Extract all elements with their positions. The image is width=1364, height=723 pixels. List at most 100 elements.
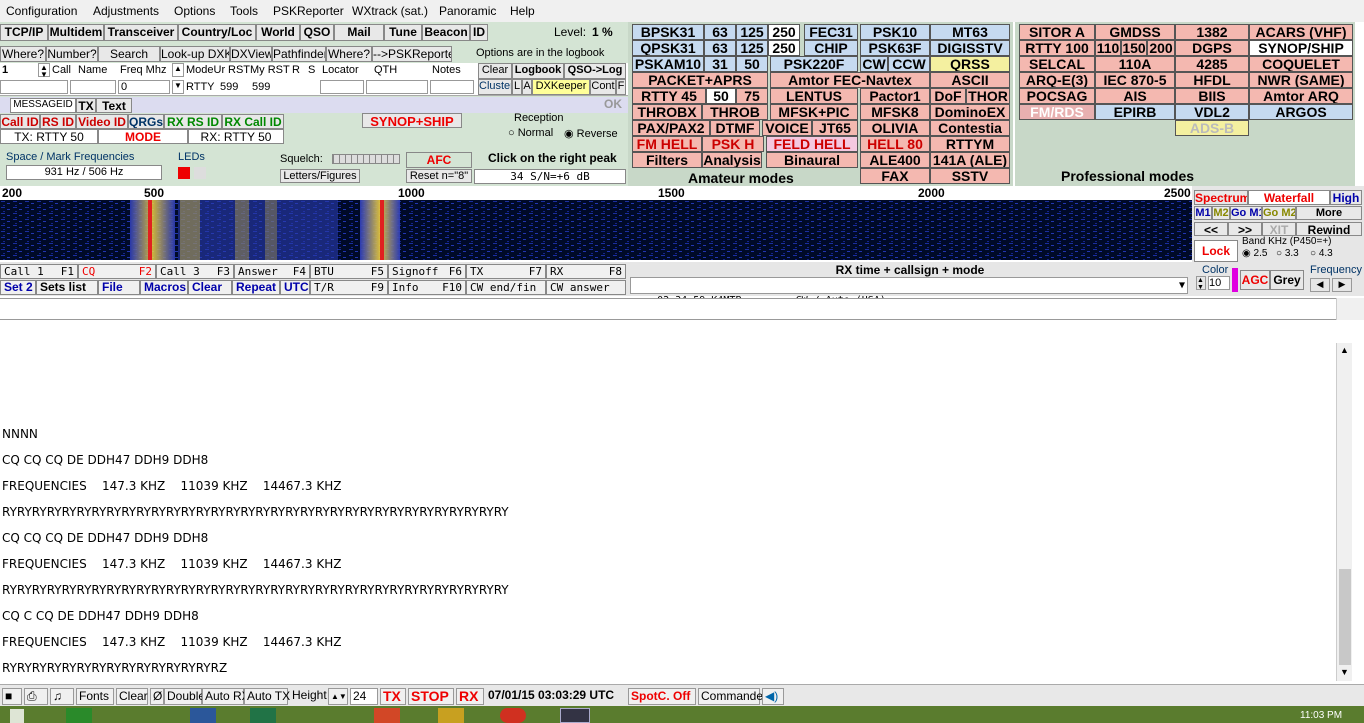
fkey-btu[interactable]: BTU F5: [310, 264, 388, 279]
go-m2-button[interactable]: Go M2: [1262, 206, 1296, 220]
qso-to-log-button[interactable]: QSO->Log: [564, 63, 626, 79]
menu-options[interactable]: Options: [174, 4, 215, 18]
powerpoint-icon[interactable]: [374, 708, 400, 723]
squelch-slider[interactable]: [332, 154, 400, 164]
mode-rtty110[interactable]: 110: [1095, 40, 1121, 56]
go-m1-button[interactable]: Go M1: [1230, 206, 1262, 220]
fkey-cq[interactable]: CQ F2: [78, 264, 156, 279]
mode-pocsag[interactable]: POCSAG: [1019, 88, 1095, 104]
where-button[interactable]: Where?: [0, 46, 46, 62]
name-field[interactable]: [70, 80, 116, 94]
mode-rtty45[interactable]: RTTY 45: [632, 88, 706, 104]
mode-ascii[interactable]: ASCII: [930, 72, 1010, 88]
fonts-button[interactable]: Fonts: [76, 688, 114, 705]
cluster-button[interactable]: Cluster: [478, 79, 512, 95]
menu-tools[interactable]: Tools: [230, 4, 258, 18]
tune-button[interactable]: Tune: [384, 24, 422, 41]
sets-list-button[interactable]: Sets list: [36, 280, 98, 295]
color-value[interactable]: 10: [1208, 276, 1230, 290]
mode-ads-b[interactable]: ADS-B: [1175, 120, 1249, 136]
rx-log-dropdown[interactable]: 02:34:59 K4MTP CW / Auto (USA) ▼: [630, 277, 1188, 306]
mode-psk-h[interactable]: PSK H: [702, 136, 764, 152]
pathfinder-button[interactable]: Pathfinder: [272, 46, 326, 62]
scroll-down-icon[interactable]: ▼: [1340, 667, 1349, 677]
fkey-tr[interactable]: T/R F9: [310, 280, 388, 295]
where2-button[interactable]: Where?: [326, 46, 372, 62]
mode-110a[interactable]: 110A: [1095, 56, 1175, 72]
mode-bpsk63[interactable]: 63: [704, 24, 736, 40]
tab-text[interactable]: Text: [96, 98, 132, 113]
mode-pactor1[interactable]: Pactor1: [860, 88, 930, 104]
high-button[interactable]: High: [1330, 190, 1362, 205]
dxkeeper-button[interactable]: DXKeeper: [532, 79, 590, 95]
mode-psk220f[interactable]: PSK220F: [770, 56, 858, 72]
search-button[interactable]: Search: [98, 46, 160, 62]
mode-psk10[interactable]: PSK10: [860, 24, 930, 40]
mode-rtty200[interactable]: 200: [1147, 40, 1175, 56]
m2-button[interactable]: M2: [1212, 206, 1230, 220]
mode-packet-aprs[interactable]: PACKET+APRS: [632, 72, 768, 88]
mode-button[interactable]: MODE: [98, 129, 188, 144]
rx-text-area[interactable]: NNNN CQ CQ CQ DE DDH47 DDH9 DDH8 FREQUEN…: [0, 343, 1336, 681]
afc-button[interactable]: AFC: [406, 152, 472, 168]
mode-bpsk125[interactable]: 125: [736, 24, 768, 40]
zero-button[interactable]: Ø: [150, 688, 164, 705]
fkey-call1[interactable]: Call 1 F1: [0, 264, 78, 279]
notes-field[interactable]: [430, 80, 474, 94]
band-option-3-3[interactable]: ○ 3.3: [1276, 248, 1299, 259]
band-option-2-5[interactable]: ◉ 2.5: [1242, 248, 1267, 259]
agc-button[interactable]: AGC: [1240, 270, 1270, 290]
qrgs-button[interactable]: QRGs: [128, 114, 164, 129]
word-icon[interactable]: [190, 708, 216, 723]
mode-rtty150[interactable]: 150: [1121, 40, 1147, 56]
fkey-info[interactable]: Info F10: [388, 280, 466, 295]
commander-button[interactable]: Commander: [698, 688, 767, 705]
tcpip-button[interactable]: TCP/IP: [0, 24, 48, 41]
row-spinner[interactable]: ▲ ▼: [38, 63, 50, 79]
fkey-call3[interactable]: Call 3 F3: [156, 264, 234, 279]
mode-mfsk8[interactable]: MFSK8: [860, 104, 930, 120]
utc-button[interactable]: UTC: [280, 280, 310, 295]
speaker-icon[interactable]: ◀): [762, 688, 784, 705]
mode-cw[interactable]: CW: [860, 56, 888, 72]
cont-button[interactable]: Cont: [590, 79, 616, 95]
filters-button[interactable]: Filters: [632, 152, 702, 168]
clear-log-button[interactable]: Clear: [478, 63, 512, 79]
reset-button[interactable]: Reset n="8": [406, 169, 472, 183]
mode-ale400[interactable]: ALE400: [860, 152, 930, 168]
binaural-button[interactable]: Binaural: [766, 152, 858, 168]
tx-text-area[interactable]: [0, 298, 1352, 320]
file-button[interactable]: File: [98, 280, 140, 295]
m1-button[interactable]: M1: [1194, 206, 1212, 220]
mode-rtty50[interactable]: 50: [706, 88, 736, 104]
mic-icon[interactable]: ♫: [50, 688, 74, 705]
rx-scrollbar[interactable]: ▲ ▼: [1336, 343, 1352, 681]
mode-throb[interactable]: THROB: [702, 104, 768, 120]
mode-sitor-a[interactable]: SITOR A: [1019, 24, 1095, 40]
tab-tx[interactable]: TX: [76, 98, 96, 113]
mode-digisstv[interactable]: DIGISSTV: [930, 40, 1010, 56]
mode-vdl2[interactable]: VDL2: [1175, 104, 1249, 120]
letters-figures-button[interactable]: Letters/Figures: [280, 169, 360, 183]
mode-pskam10[interactable]: PSKAM10: [632, 56, 704, 72]
folder-icon[interactable]: [438, 708, 464, 723]
mode-rtty75[interactable]: 75: [736, 88, 768, 104]
mode-qpsk125[interactable]: 125: [736, 40, 768, 56]
mode-amtor-fec-navtex[interactable]: Amtor FEC-Navtex: [770, 72, 930, 88]
synop-ship-button[interactable]: SYNOP+SHIP: [362, 113, 462, 128]
mode-dof[interactable]: DoF: [930, 88, 966, 104]
height-spinner[interactable]: ▲▼: [328, 688, 348, 705]
fkey-rx[interactable]: RX F8: [546, 264, 626, 279]
mode-fax[interactable]: FAX: [860, 168, 930, 184]
print-icon[interactable]: ⎙: [24, 688, 48, 705]
mode-arq-e3[interactable]: ARQ-E(3): [1019, 72, 1095, 88]
mode-mfsk-pic[interactable]: MFSK+PIC: [770, 104, 858, 120]
mode-coquelet[interactable]: COQUELET: [1249, 56, 1353, 72]
mode-pskam31[interactable]: 31: [704, 56, 736, 72]
mode-fm-hell[interactable]: FM HELL: [632, 136, 702, 152]
mode-mt63[interactable]: MT63: [930, 24, 1010, 40]
mode-rtty100[interactable]: RTTY 100: [1019, 40, 1095, 56]
mode-bpsk31[interactable]: BPSK31: [632, 24, 704, 40]
world-button[interactable]: World: [256, 24, 300, 41]
spotc-button[interactable]: SpotC. Off: [628, 688, 696, 705]
